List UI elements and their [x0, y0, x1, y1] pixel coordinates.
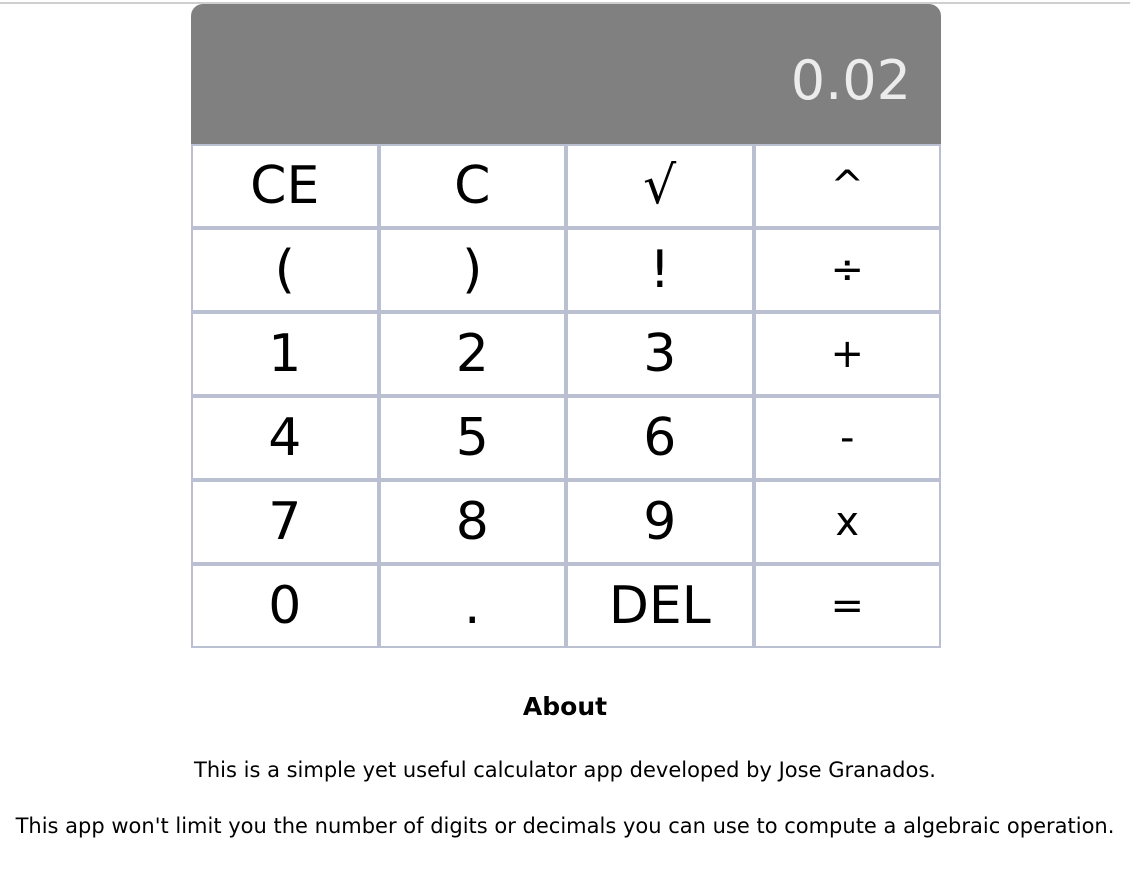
key-minus[interactable]: - [755, 398, 939, 478]
key-clear[interactable]: C [380, 146, 564, 226]
calculator-display: 0.02 [191, 4, 941, 144]
key-close-paren[interactable]: ) [380, 230, 564, 310]
key-clear-entry[interactable]: CE [193, 146, 377, 226]
keypad: CE C √ ^ ( ) ! ÷ 1 2 3 + 4 5 6 - 7 8 9 x… [191, 144, 941, 648]
key-9[interactable]: 9 [568, 482, 752, 562]
key-power[interactable]: ^ [755, 146, 939, 226]
key-sqrt[interactable]: √ [568, 146, 752, 226]
key-4[interactable]: 4 [193, 398, 377, 478]
key-0[interactable]: 0 [193, 566, 377, 646]
key-plus[interactable]: + [755, 314, 939, 394]
display-value: 0.02 [790, 49, 911, 112]
key-1[interactable]: 1 [193, 314, 377, 394]
key-2[interactable]: 2 [380, 314, 564, 394]
key-delete[interactable]: DEL [568, 566, 752, 646]
calculator: 0.02 CE C √ ^ ( ) ! ÷ 1 2 3 + 4 5 6 - 7 … [191, 4, 941, 648]
key-7[interactable]: 7 [193, 482, 377, 562]
key-divide[interactable]: ÷ [755, 230, 939, 310]
key-equals[interactable]: = [755, 566, 939, 646]
key-6[interactable]: 6 [568, 398, 752, 478]
key-multiply[interactable]: x [755, 482, 939, 562]
about-paragraph-1: This is a simple yet useful calculator a… [194, 758, 936, 782]
about-heading: About [522, 692, 608, 721]
key-8[interactable]: 8 [380, 482, 564, 562]
key-factorial[interactable]: ! [568, 230, 752, 310]
key-open-paren[interactable]: ( [193, 230, 377, 310]
key-3[interactable]: 3 [568, 314, 752, 394]
about-paragraph-2: This app won't limit you the number of d… [15, 814, 1115, 838]
key-5[interactable]: 5 [380, 398, 564, 478]
key-decimal[interactable]: . [380, 566, 564, 646]
